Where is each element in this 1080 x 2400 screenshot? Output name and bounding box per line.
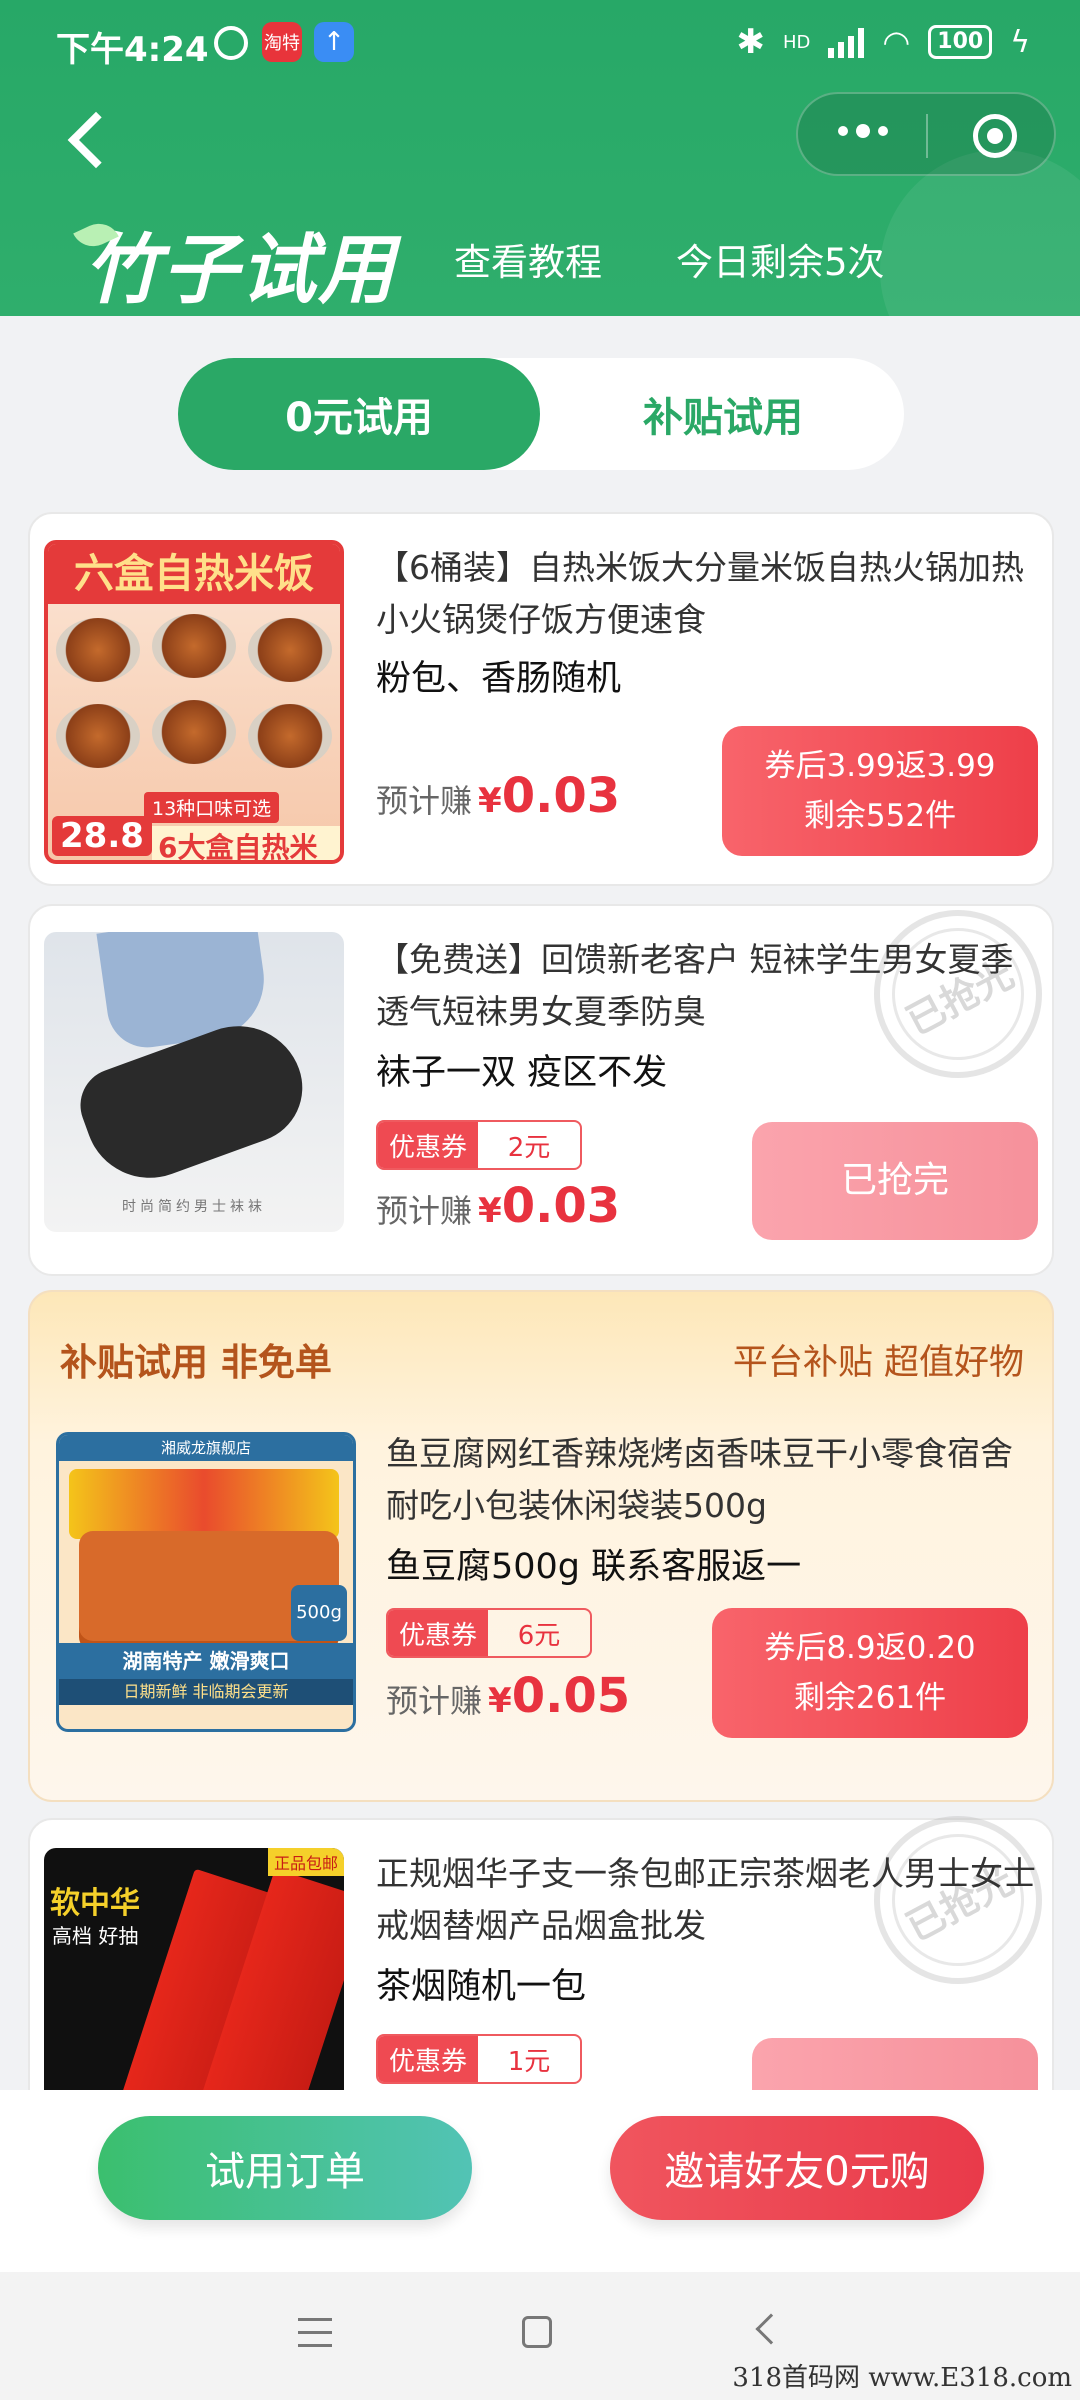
wifi-icon: ◠ bbox=[882, 23, 911, 61]
product-title: 【6桶装】自热米饭大分量米饭自热火锅加热小火锅煲仔饭方便速食 bbox=[376, 548, 1024, 639]
earn-amount: 0.03 bbox=[501, 768, 621, 824]
coupon-badge: 优惠券 2元 bbox=[376, 1120, 582, 1170]
subsidy-title: 补贴试用 非免单 bbox=[60, 1341, 332, 1384]
button-price-line: 券后3.99返3.99 bbox=[764, 748, 996, 784]
button-stock-line: 剩余261件 bbox=[793, 1680, 947, 1716]
app-logo: 竹子试用 bbox=[73, 208, 396, 316]
coupon-badge: 优惠券 1元 bbox=[376, 2034, 582, 2084]
status-right: ✱ HD ◠ 100 ϟ bbox=[736, 22, 1030, 62]
more-icon[interactable] bbox=[838, 124, 888, 138]
product-card[interactable]: 湘威龙旗舰店 500g 湖南特产 嫩滑爽口 日期新鲜 非临期会更新 鱼豆腐网红香… bbox=[30, 1408, 1052, 1800]
site-watermark: 318首码网 www.E318.com bbox=[732, 2363, 1072, 2393]
estimated-earn: 预计赚 ¥ 0.03 bbox=[376, 768, 620, 824]
product-title: 【免费送】回馈新老客户 短袜学生男女夏季透气短袜男女夏季防臭 bbox=[376, 940, 1014, 1031]
estimated-earn: 预计赚 ¥ 0.05 bbox=[386, 1668, 630, 1724]
upload-icon: ↑ bbox=[314, 22, 354, 62]
button-price-line: 券后8.9返0.20 bbox=[764, 1630, 976, 1666]
currency-symbol: ¥ bbox=[478, 781, 502, 821]
image-caption: 6大盒自热米饭 bbox=[152, 826, 340, 860]
coupon-badge: 优惠券 6元 bbox=[386, 1608, 592, 1658]
capsule-divider bbox=[926, 114, 928, 158]
status-bar: 下午4:24 淘特 ↑ ✱ HD ◠ 100 ϟ bbox=[0, 0, 1080, 86]
image-sub: 高档 好抽 bbox=[52, 1924, 139, 1948]
network-label: HD bbox=[782, 31, 811, 53]
tab-free-trial[interactable]: 0元试用 bbox=[178, 358, 540, 470]
earn-label: 预计赚 bbox=[376, 782, 473, 820]
image-bar-2: 日期新鲜 非临期会更新 bbox=[59, 1679, 353, 1705]
product-card[interactable]: 六盒自热米饭 13种口味可选 28.8 6大盒自热米饭 【6桶装】自热米饭大分量… bbox=[28, 512, 1054, 886]
close-miniprogram-icon[interactable] bbox=[973, 114, 1017, 158]
status-time: 下午4:24 bbox=[56, 30, 209, 70]
logo-text: 竹子试用 bbox=[84, 225, 396, 314]
product-card[interactable]: 已抢光 时尚简约男士袜袜 【免费送】回馈新老客户 短袜学生男女夏季透气短袜男女夏… bbox=[28, 880, 1072, 1276]
bottom-action-bar: 试用订单 邀请好友0元购 bbox=[0, 2090, 1080, 2272]
back-button[interactable] bbox=[62, 106, 114, 170]
product-image: 时尚简约男士袜袜 bbox=[44, 932, 344, 1232]
recent-apps-icon[interactable] bbox=[298, 2318, 332, 2348]
image-price: 28.8 bbox=[52, 816, 152, 856]
coupon-value: 1元 bbox=[507, 2046, 551, 2077]
home-icon[interactable] bbox=[522, 2316, 552, 2348]
app-header: 下午4:24 淘特 ↑ ✱ HD ◠ 100 ϟ 竹子试用 查看教程 今日剩余5… bbox=[0, 0, 1080, 316]
product-image: 湘威龙旗舰店 500g 湖南特产 嫩滑爽口 日期新鲜 非临期会更新 bbox=[56, 1432, 356, 1732]
product-subtitle: 袜子一双 疫区不发 bbox=[376, 1053, 668, 1093]
grab-button[interactable]: 券后8.9返0.20 剩余261件 bbox=[712, 1608, 1028, 1738]
sold-out-button[interactable]: 已抢完 bbox=[752, 1122, 1038, 1240]
product-title: 正规烟华子支一条包邮正宗茶烟老人男士女士戒烟替烟产品烟盒批发 bbox=[376, 1854, 1036, 1945]
miniprogram-capsule bbox=[796, 92, 1056, 176]
earn-amount: 0.03 bbox=[501, 1178, 621, 1234]
product-subtitle: 粉包、香肠随机 bbox=[376, 659, 622, 699]
image-bar-1: 湖南特产 嫩滑爽口 bbox=[59, 1643, 353, 1679]
image-brand: 软中华 bbox=[50, 1886, 140, 1921]
signal-icon bbox=[828, 26, 865, 58]
taobao-app-icon: 淘特 bbox=[262, 22, 302, 62]
coupon-value: 2元 bbox=[507, 1132, 551, 1163]
image-store: 湘威龙旗舰店 bbox=[59, 1435, 353, 1461]
image-badge: 正品包邮 bbox=[267, 1848, 344, 1876]
trial-tabs: 0元试用 补贴试用 bbox=[178, 358, 904, 470]
tab-subsidy-trial[interactable]: 补贴试用 bbox=[542, 358, 904, 470]
product-image: 六盒自热米饭 13种口味可选 28.8 6大盒自热米饭 bbox=[44, 540, 344, 864]
estimated-earn: 预计赚 ¥ 0.03 bbox=[376, 1178, 620, 1234]
bluetooth-icon: ✱ bbox=[736, 22, 765, 62]
coupon-value: 6元 bbox=[517, 1620, 561, 1651]
image-caption: 时尚简约男士袜袜 bbox=[122, 1199, 266, 1215]
charging-icon: ϟ bbox=[1010, 24, 1030, 60]
remaining-count: 今日剩余5次 bbox=[676, 241, 885, 284]
product-subtitle: 茶烟随机一包 bbox=[376, 1967, 587, 2007]
image-weight: 500g bbox=[291, 1585, 347, 1641]
tutorial-link[interactable]: 查看教程 bbox=[454, 232, 602, 286]
product-subtitle: 鱼豆腐500g 联系客服返一 bbox=[386, 1547, 802, 1587]
currency-symbol: ¥ bbox=[488, 1681, 512, 1721]
earn-label: 预计赚 bbox=[386, 1682, 483, 1720]
trial-orders-button[interactable]: 试用订单 bbox=[98, 2116, 472, 2220]
subsidy-slogan: 平台补贴 超值好物 bbox=[732, 1343, 1024, 1383]
battery-icon: 100 bbox=[928, 25, 993, 59]
button-stock-line: 剩余552件 bbox=[803, 798, 957, 834]
system-back-icon[interactable] bbox=[755, 2313, 787, 2345]
invite-friends-button[interactable]: 邀请好友0元购 bbox=[610, 2116, 984, 2220]
coupon-label: 优惠券 bbox=[388, 1610, 488, 1656]
grab-button[interactable]: 券后3.99返3.99 剩余552件 bbox=[722, 726, 1038, 856]
image-banner: 六盒自热米饭 bbox=[48, 544, 340, 604]
product-title: 鱼豆腐网红香辣烧烤卤香味豆干小零食宿舍耐吃小包装休闲袋装500g bbox=[386, 1434, 1013, 1525]
earn-label: 预计赚 bbox=[376, 1192, 473, 1230]
alarm-icon bbox=[214, 26, 248, 60]
coupon-label: 优惠券 bbox=[378, 1122, 478, 1168]
image-tag: 13种口味可选 bbox=[144, 792, 280, 823]
system-nav-bar: 318首码网 www.E318.com bbox=[0, 2272, 1080, 2400]
earn-amount: 0.05 bbox=[511, 1668, 631, 1724]
coupon-label: 优惠券 bbox=[378, 2036, 478, 2082]
currency-symbol: ¥ bbox=[478, 1191, 502, 1231]
subsidy-card: 补贴试用 非免单 平台补贴 超值好物 湘威龙旗舰店 500g 湖南特产 嫩滑爽口… bbox=[28, 1290, 1054, 1802]
